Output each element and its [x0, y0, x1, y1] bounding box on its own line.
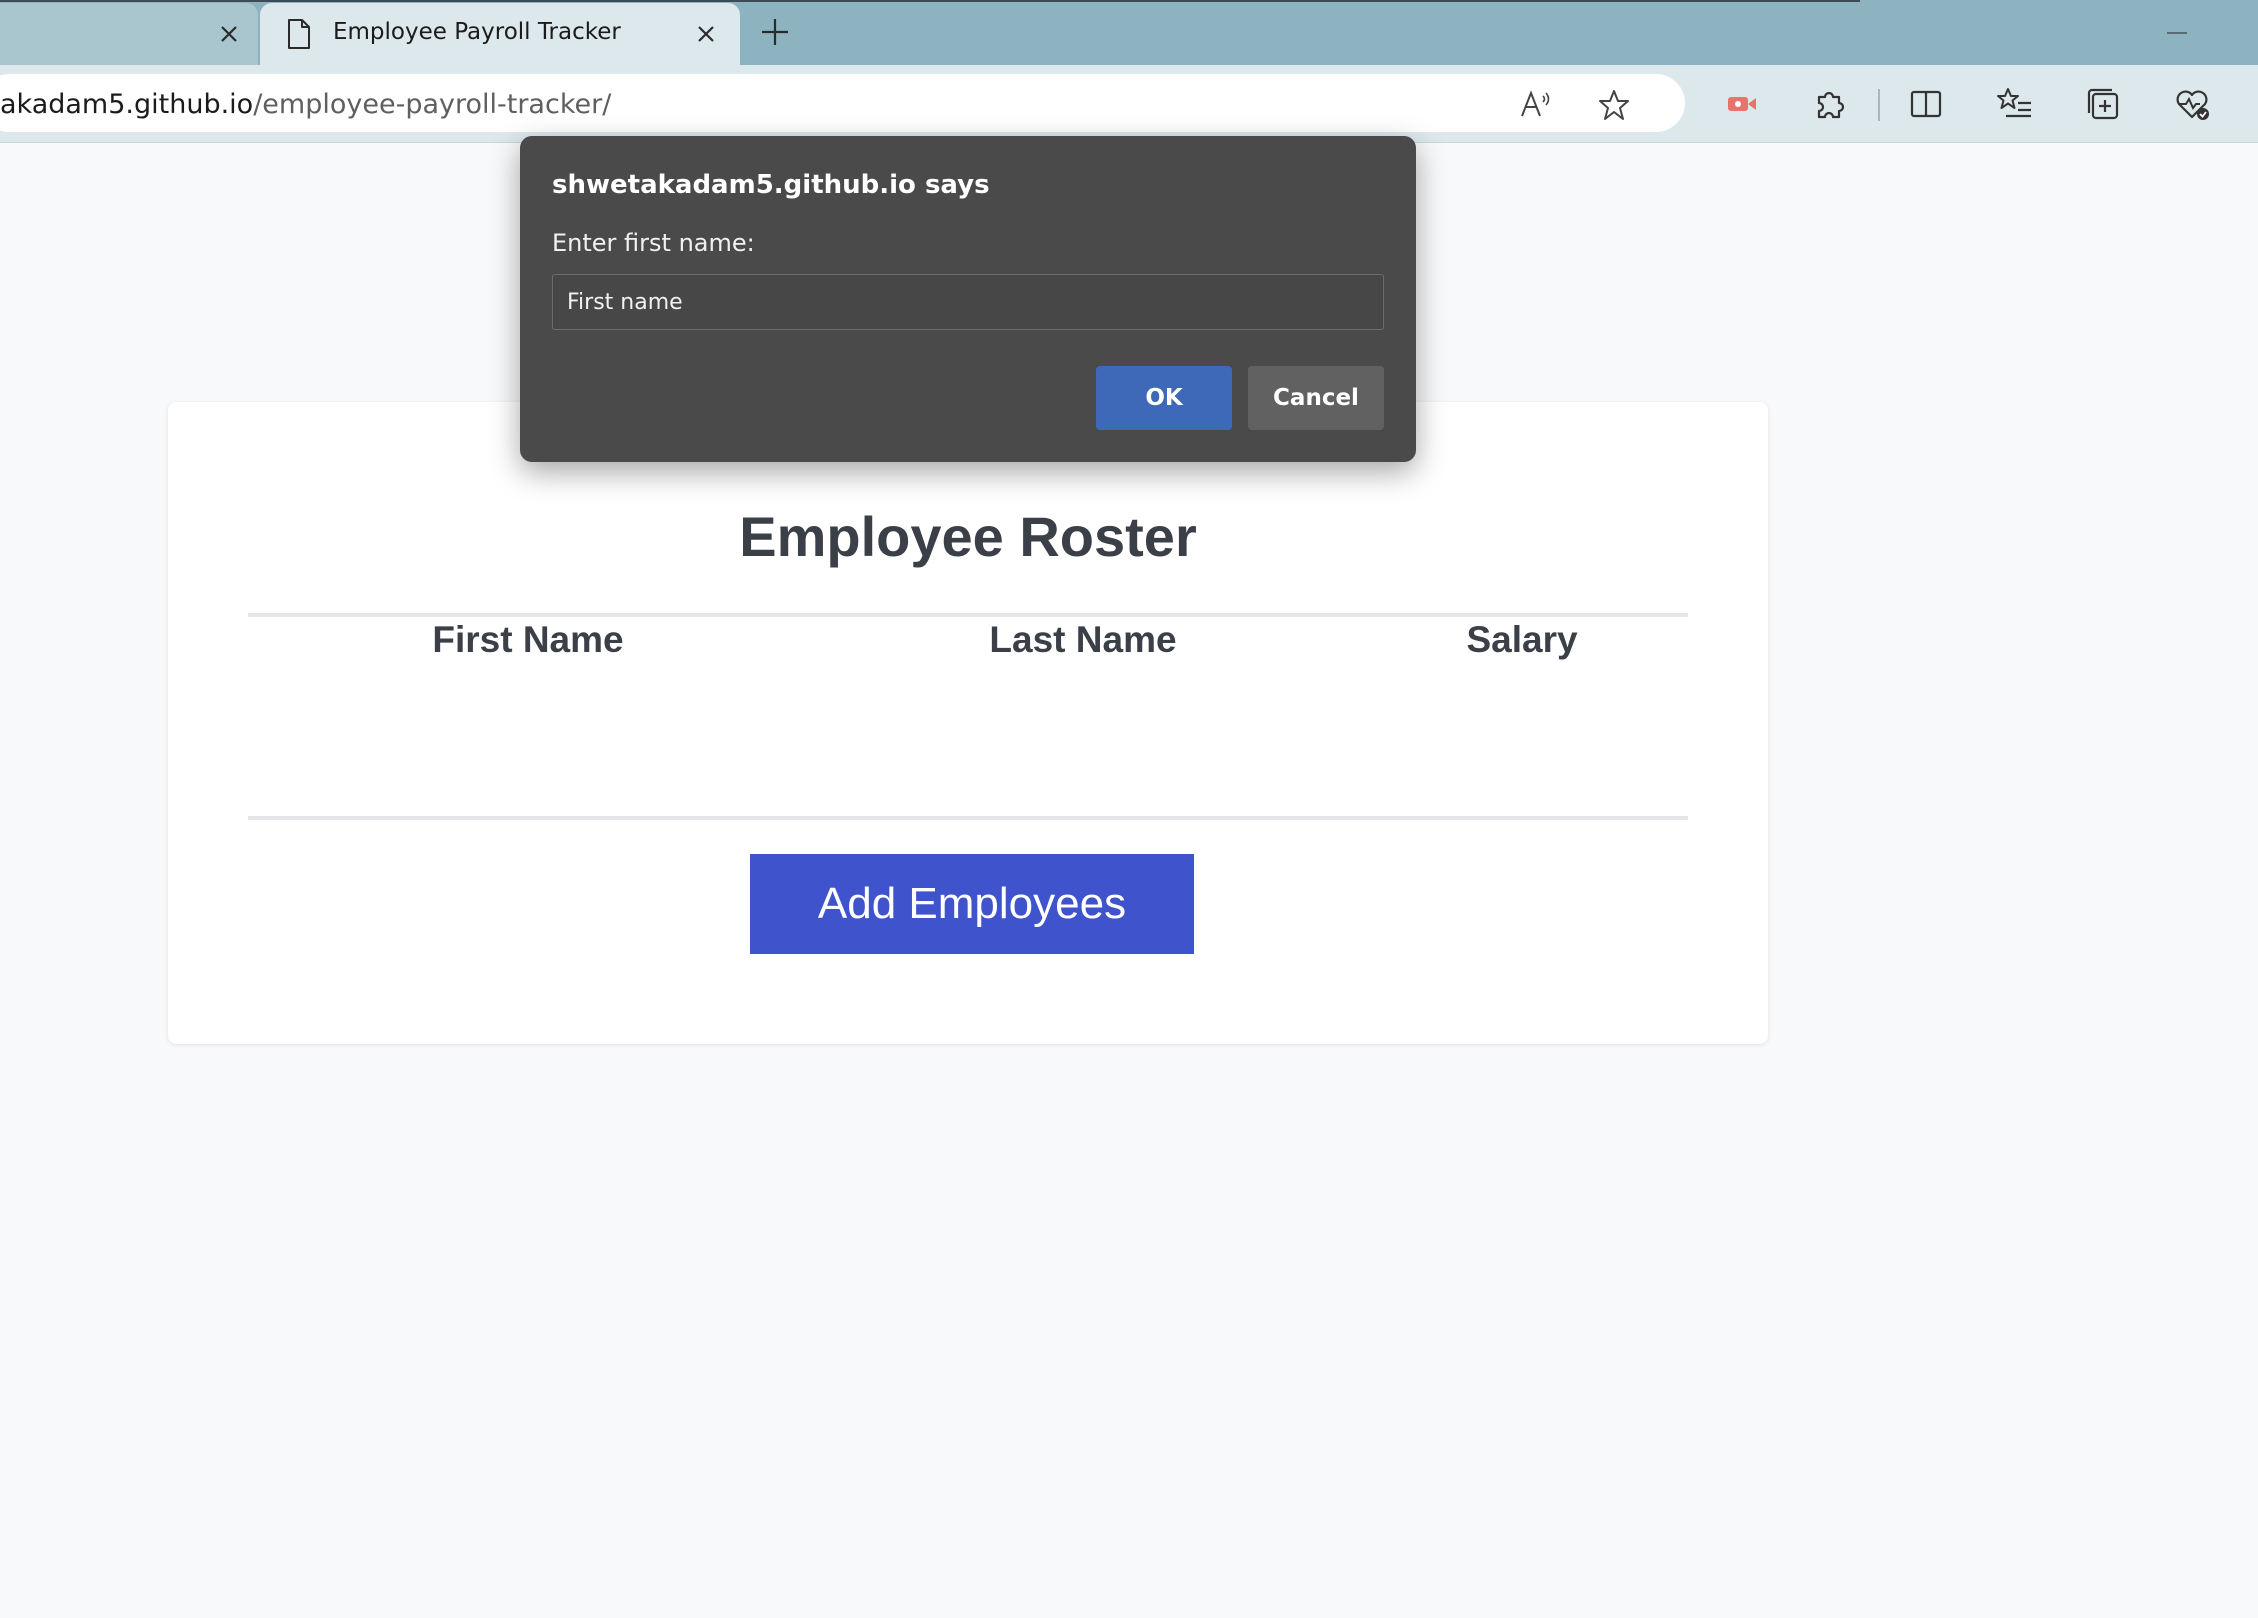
url-path: /employee-payroll-tracker/ — [253, 89, 612, 120]
minimize-window-icon[interactable] — [2167, 32, 2187, 34]
tab-previous[interactable] — [0, 3, 258, 65]
star-favorite-icon[interactable] — [1597, 88, 1631, 122]
dialog-title: shwetakadam5.github.io says — [552, 170, 990, 200]
first-name-input[interactable] — [552, 274, 1384, 330]
cancel-button[interactable]: Cancel — [1248, 366, 1384, 430]
url-host: akadam5.github.io — [0, 89, 254, 120]
collections-icon[interactable] — [2084, 85, 2122, 123]
screen-record-icon[interactable] — [1723, 85, 1761, 123]
tab-title: Employee Payroll Tracker — [333, 19, 621, 45]
read-aloud-icon[interactable] — [1518, 88, 1552, 122]
address-bar[interactable]: akadam5.github.io/employee-payroll-track… — [0, 74, 1685, 132]
column-header-last-name: Last Name — [989, 619, 1177, 660]
table-top-divider — [248, 613, 1688, 617]
dialog-message: Enter first name: — [552, 229, 755, 257]
split-screen-icon[interactable] — [1907, 85, 1945, 123]
url-text[interactable]: akadam5.github.io/employee-payroll-track… — [0, 89, 611, 120]
employee-roster-card: Employee Roster First Name Last Name Sal… — [168, 402, 1768, 1044]
tab-strip: Employee Payroll Tracker — [0, 0, 2258, 65]
prompt-dialog: shwetakadam5.github.io says Enter first … — [520, 136, 1416, 462]
favorites-list-icon[interactable] — [1996, 85, 2034, 123]
browser-essentials-heart-icon[interactable] — [2173, 85, 2211, 123]
close-icon[interactable] — [692, 20, 720, 48]
browser-toolbar: akadam5.github.io/employee-payroll-track… — [0, 65, 2258, 143]
page-title: Employee Roster — [739, 505, 1197, 568]
close-icon[interactable] — [215, 20, 243, 48]
toolbar-separator — [1878, 89, 1880, 121]
ok-button[interactable]: OK — [1096, 366, 1232, 430]
tab-strip-progress-line — [0, 0, 1860, 2]
extensions-puzzle-icon[interactable] — [1811, 85, 1849, 123]
new-tab-plus-icon[interactable] — [760, 17, 790, 47]
add-employees-button[interactable]: Add Employees — [750, 854, 1194, 954]
column-header-first-name: First Name — [432, 619, 624, 660]
tab-employee-payroll-tracker[interactable]: Employee Payroll Tracker — [260, 3, 740, 65]
table-bottom-divider — [248, 816, 1688, 820]
column-header-salary: Salary — [1466, 619, 1578, 660]
document-icon — [288, 19, 310, 49]
